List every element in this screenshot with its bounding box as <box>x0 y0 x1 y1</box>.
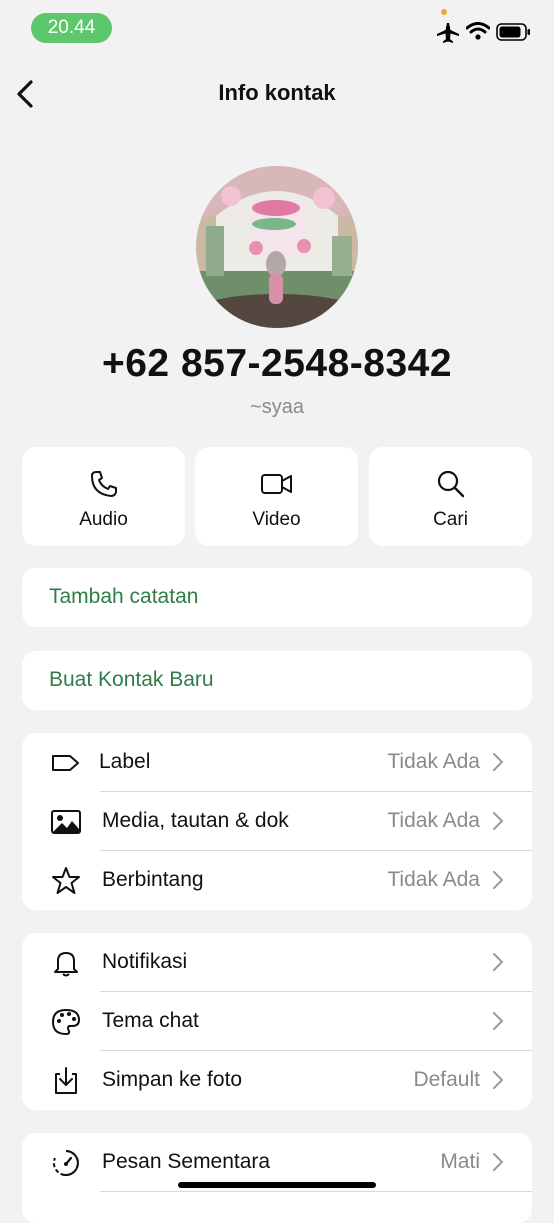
list-item-media[interactable]: Media, tautan & dok Tidak Ada <box>22 792 532 851</box>
row-value: Tidak Ada <box>387 868 480 891</box>
add-note-label: Tambah catatan <box>49 585 199 608</box>
video-call-button[interactable]: Video <box>195 447 358 546</box>
battery-icon <box>496 23 530 41</box>
row-value: Default <box>413 1068 480 1091</box>
row-label: Notifikasi <box>102 950 188 973</box>
wifi-icon <box>466 22 490 40</box>
list-item-starred[interactable]: Berbintang Tidak Ada <box>22 851 532 910</box>
video-call-label: Video <box>252 509 301 530</box>
image-icon <box>51 810 81 834</box>
new-contact-label: Buat Kontak Baru <box>49 668 214 691</box>
palette-icon <box>51 1008 81 1036</box>
chevron-right-icon <box>493 1153 504 1171</box>
privacy-indicator-dot <box>441 9 447 15</box>
new-contact-button[interactable]: Buat Kontak Baru <box>22 651 532 710</box>
bell-icon <box>54 952 78 977</box>
search-label: Cari <box>433 509 468 530</box>
star-icon <box>52 867 80 894</box>
video-icon <box>260 474 292 494</box>
row-label: Berbintang <box>102 868 204 891</box>
list-item-chat-theme[interactable]: Tema chat <box>22 992 532 1051</box>
row-label: Label <box>99 750 151 773</box>
add-note-button[interactable]: Tambah catatan <box>22 568 532 627</box>
info-group-2: Notifikasi Tema chat Simpan ke foto Defa… <box>22 933 532 1110</box>
divider <box>100 1191 532 1192</box>
search-icon <box>437 470 464 498</box>
list-item-notifications[interactable]: Notifikasi <box>22 933 532 992</box>
download-icon <box>55 1067 77 1094</box>
row-label: Pesan Sementara <box>102 1150 271 1173</box>
row-value: Tidak Ada <box>387 750 480 773</box>
contact-phone-number: +62 857-2548-8342 <box>101 342 453 385</box>
chevron-right-icon <box>493 1071 504 1089</box>
audio-call-label: Audio <box>79 509 128 530</box>
timer-icon <box>52 1150 79 1176</box>
status-time: 20.44 <box>31 13 112 43</box>
chevron-right-icon <box>493 1012 504 1030</box>
home-indicator[interactable] <box>178 1182 376 1188</box>
chevron-right-icon <box>493 871 504 889</box>
list-item-label[interactable]: Label Tidak Ada <box>22 733 532 792</box>
chevron-right-icon <box>493 953 504 971</box>
page-title: Info kontak <box>218 80 336 105</box>
list-item-save-to-photos[interactable]: Simpan ke foto Default <box>22 1051 532 1110</box>
audio-call-button[interactable]: Audio <box>22 447 185 546</box>
row-label: Tema chat <box>102 1009 199 1032</box>
airplane-mode-icon <box>437 23 459 43</box>
avatar[interactable] <box>196 166 358 328</box>
info-group-1: Label Tidak Ada Media, tautan & dok Tida… <box>22 733 532 910</box>
chevron-right-icon <box>493 753 504 771</box>
contact-display-name: ~syaa <box>250 396 304 418</box>
tag-icon <box>52 755 79 771</box>
search-button[interactable]: Cari <box>369 447 532 546</box>
chevron-right-icon <box>493 812 504 830</box>
row-value: Tidak Ada <box>387 809 480 832</box>
row-value: Mati <box>440 1150 480 1173</box>
phone-icon <box>90 471 117 497</box>
row-label: Media, tautan & dok <box>102 809 289 832</box>
row-label: Simpan ke foto <box>102 1068 243 1091</box>
info-group-3: Pesan Sementara Mati <box>22 1133 532 1223</box>
